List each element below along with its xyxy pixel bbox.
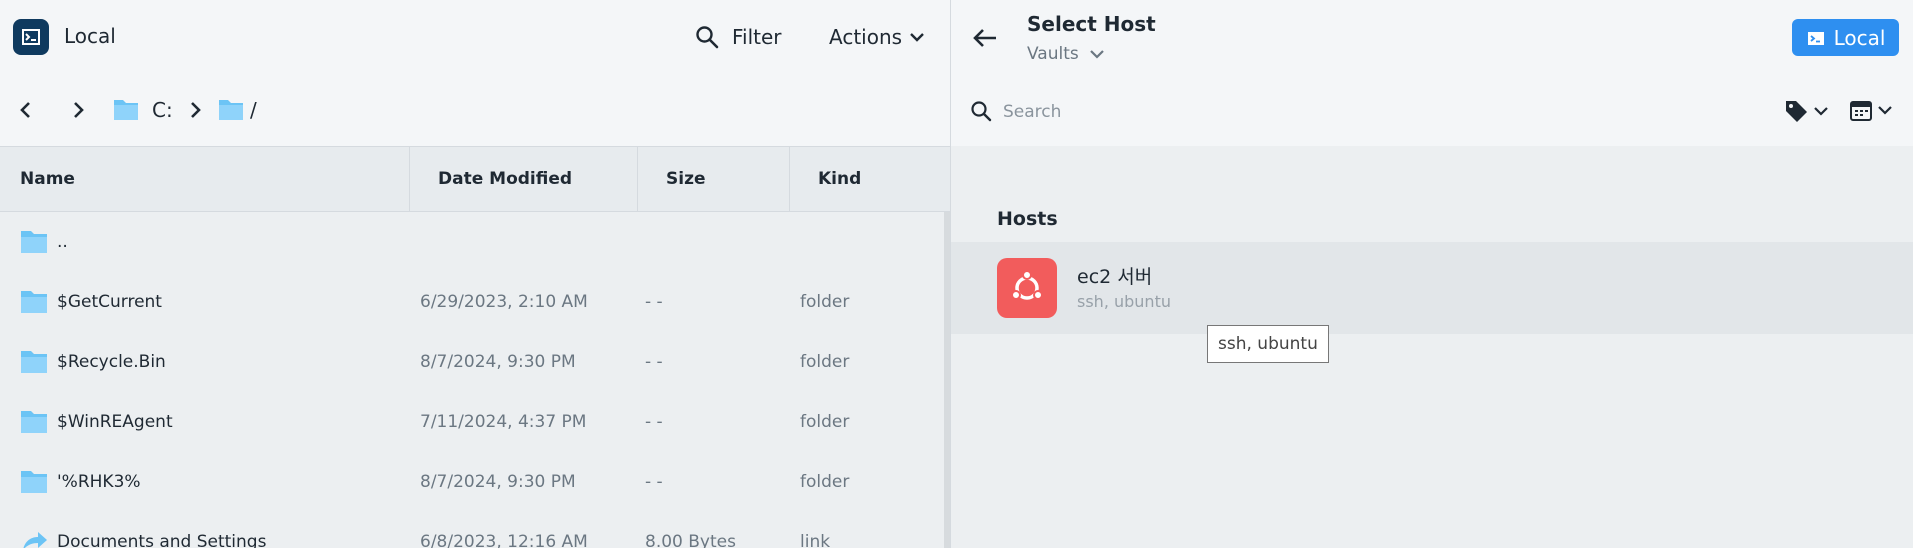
local-button[interactable]: Local (1792, 19, 1899, 56)
file-date: 8/7/2024, 9:30 PM (420, 352, 576, 372)
folder-icon (21, 351, 47, 373)
select-host-header: Select Host Vaults Local (951, 0, 1913, 146)
breadcrumb-drive[interactable]: C: (152, 98, 173, 122)
file-table-header: Name Date Modified Size Kind (0, 146, 951, 212)
file-name: Documents and Settings (57, 532, 267, 548)
folder-icon (114, 100, 138, 120)
host-details-tooltip: ssh, ubuntu (1207, 325, 1329, 363)
file-name: $WinREAgent (57, 412, 173, 432)
host-name: ec2 서버 (1077, 266, 1153, 288)
folder-icon (21, 291, 47, 313)
folder-icon (21, 411, 47, 433)
table-row[interactable]: $Recycle.Bin 8/7/2024, 9:30 PM - - folde… (0, 332, 944, 392)
search-icon (971, 101, 992, 122)
file-name: $GetCurrent (57, 292, 162, 312)
page-title: Select Host (1027, 12, 1156, 36)
breadcrumb: C: / (0, 90, 951, 130)
chevron-down-icon (1814, 107, 1828, 116)
file-size: - - (645, 472, 663, 492)
column-name[interactable]: Name (0, 147, 410, 211)
folder-icon (21, 471, 47, 493)
tag-icon (1786, 101, 1807, 122)
file-kind: folder (800, 472, 850, 492)
file-date: 6/8/2023, 12:16 AM (420, 532, 588, 548)
back-arrow-icon[interactable] (971, 26, 999, 50)
select-host-pane: Select Host Vaults Local Hosts ec2 (951, 0, 1913, 548)
file-size: - - (645, 352, 663, 372)
forward-arrow-icon[interactable] (66, 98, 90, 122)
column-kind[interactable]: Kind (790, 147, 951, 211)
file-date: 8/7/2024, 9:30 PM (420, 472, 576, 492)
tag-filter-button[interactable] (1783, 98, 1829, 124)
file-name: $Recycle.Bin (57, 352, 166, 372)
file-kind: link (800, 532, 831, 548)
chevron-right-icon (191, 102, 201, 118)
search-input[interactable] (1003, 96, 1603, 128)
actions-dropdown[interactable]: Actions (829, 18, 926, 56)
chevron-down-icon (910, 33, 924, 42)
breadcrumb-root[interactable]: / (250, 98, 257, 122)
terminal-icon (1807, 31, 1824, 45)
file-size: - - (645, 412, 663, 432)
file-size: - - (645, 292, 663, 312)
actions-label: Actions (829, 25, 903, 49)
back-arrow-icon[interactable] (14, 98, 38, 122)
pane-title: Local (64, 24, 116, 48)
table-row[interactable]: Documents and Settings 6/8/2023, 12:16 A… (0, 512, 944, 548)
file-name: .. (57, 232, 68, 252)
filter-button[interactable]: Filter (694, 18, 782, 56)
search-icon (696, 26, 719, 49)
link-icon (23, 532, 47, 548)
chevron-down-icon (1089, 50, 1104, 59)
column-date-modified[interactable]: Date Modified (410, 147, 638, 211)
vaults-label: Vaults (1027, 44, 1079, 64)
file-kind: folder (800, 412, 850, 432)
file-kind: folder (800, 352, 850, 372)
host-item[interactable]: ec2 서버 ssh, ubuntu (951, 242, 1913, 334)
file-size: 8.00 Bytes (645, 532, 736, 548)
column-size[interactable]: Size (638, 147, 790, 211)
file-list: .. $GetCurrent 6/29/2023, 2:10 AM - - fo… (0, 212, 944, 548)
chevron-down-icon (1878, 106, 1892, 115)
table-row[interactable]: '%RHK3% 8/7/2024, 9:30 PM - - folder (0, 452, 944, 512)
local-pane-header: Local Filter Actions C: / (0, 0, 951, 146)
filter-label: Filter (732, 25, 782, 49)
file-kind: folder (800, 292, 850, 312)
host-details: ssh, ubuntu (1077, 292, 1171, 311)
local-button-label: Local (1833, 25, 1886, 50)
local-file-pane: Local Filter Actions C: / Name Date Modi… (0, 0, 951, 548)
table-row[interactable]: .. (0, 212, 944, 272)
file-name: '%RHK3% (57, 472, 141, 492)
host-search-bar (951, 92, 1913, 132)
table-row[interactable]: $WinREAgent 7/11/2024, 4:37 PM - - folde… (0, 392, 944, 452)
table-row[interactable]: $GetCurrent 6/29/2023, 2:10 AM - - folde… (0, 272, 944, 332)
file-date: 6/29/2023, 2:10 AM (420, 292, 588, 312)
folder-icon (219, 100, 243, 120)
folder-icon (21, 231, 47, 253)
calendar-icon (1850, 101, 1872, 121)
hosts-section-heading: Hosts (997, 208, 1058, 230)
ubuntu-icon (997, 258, 1057, 318)
terminal-logo-icon (13, 19, 49, 55)
file-date: 7/11/2024, 4:37 PM (420, 412, 587, 432)
vaults-dropdown[interactable]: Vaults (1027, 44, 1105, 64)
view-mode-button[interactable] (1849, 98, 1893, 122)
